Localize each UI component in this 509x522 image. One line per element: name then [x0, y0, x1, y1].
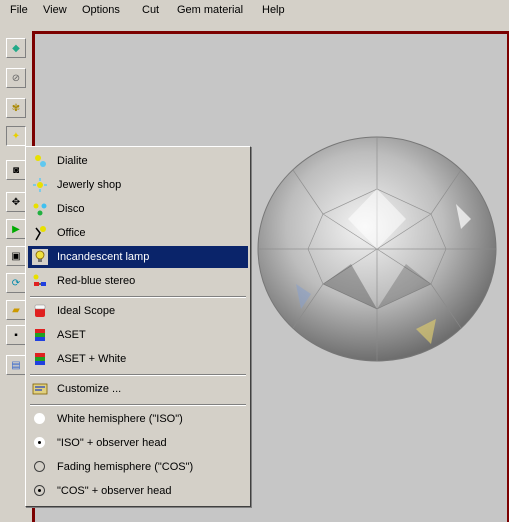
- menu-gem-material[interactable]: Gem material: [177, 3, 243, 17]
- menu-item-aset-white[interactable]: ASET + White: [28, 348, 248, 370]
- radio-empty-icon: [34, 461, 45, 472]
- move-button[interactable]: ✥: [6, 192, 26, 212]
- menu-item-red-blue-stereo[interactable]: Red-blue stereo: [28, 270, 248, 292]
- office-lamp-icon: [35, 226, 46, 241]
- menu-separator: [30, 296, 246, 298]
- menu-item-iso-observer-head[interactable]: "ISO" + observer head: [28, 432, 248, 454]
- menu-item-aset[interactable]: ASET: [28, 324, 248, 346]
- lighting-menu: Dialite Jewerly shop Disco Office Incand…: [25, 146, 251, 507]
- menu-separator: [30, 404, 246, 406]
- white-radio-icon: [34, 413, 45, 424]
- gem-light-button[interactable]: ◆: [6, 38, 26, 58]
- ideal-scope-icon: [34, 304, 46, 317]
- gem-light-icon: ◆: [12, 42, 20, 54]
- menu-item-disco[interactable]: Disco: [28, 198, 248, 220]
- menu-help[interactable]: Help: [262, 3, 285, 17]
- aset-white-icon: [35, 353, 45, 365]
- play-button[interactable]: ▶: [6, 219, 26, 239]
- diamond-view-button[interactable]: ▣: [6, 246, 26, 266]
- rotate-button[interactable]: ⟳: [6, 273, 26, 293]
- camera-button[interactable]: ◙: [6, 160, 26, 180]
- diamond-view-icon: ▣: [11, 250, 21, 262]
- lens-icon: ⊘: [11, 72, 21, 84]
- window-icon: ▤: [11, 359, 21, 371]
- move-icon: ✥: [11, 196, 21, 208]
- menu-bar: File View Options Cut Gem material Help: [0, 0, 509, 20]
- menu-item-dialite[interactable]: Dialite: [28, 150, 248, 172]
- camera-icon: ◙: [12, 164, 20, 176]
- diamond-render: [257, 136, 497, 362]
- menu-item-jewerly-shop[interactable]: Jewerly shop: [28, 174, 248, 196]
- menu-item-fading-hemisphere[interactable]: Fading hemisphere ("COS"): [28, 456, 248, 478]
- menu-file[interactable]: File: [10, 3, 28, 17]
- menu-item-office[interactable]: Office: [28, 222, 248, 244]
- menu-item-customize[interactable]: Customize ...: [28, 378, 248, 400]
- menu-separator: [30, 374, 246, 376]
- stereo-glasses-icon: [33, 274, 46, 286]
- bulb-icon: [32, 249, 48, 265]
- open-folder-icon: ▰: [12, 304, 20, 316]
- lighting-button[interactable]: ✦: [6, 126, 26, 146]
- bullet-icon: [34, 437, 45, 448]
- menu-item-ideal-scope[interactable]: Ideal Scope: [28, 300, 248, 322]
- dialite-lamp-icon: [35, 155, 46, 167]
- open-button[interactable]: ▰: [6, 300, 26, 320]
- rotate-icon: ⟳: [11, 277, 21, 289]
- menu-options[interactable]: Options: [82, 3, 120, 17]
- play-icon: ▶: [12, 223, 20, 235]
- disco-lights-icon: [33, 203, 47, 216]
- gem-settings-icon: ✾: [11, 102, 21, 114]
- menu-item-cos-observer-head[interactable]: "COS" + observer head: [28, 480, 248, 502]
- menu-cut[interactable]: Cut: [142, 3, 159, 17]
- gem-settings-button[interactable]: ✾: [6, 98, 26, 118]
- shop-lamp-icon: [33, 178, 47, 192]
- save-button[interactable]: ▪: [6, 325, 26, 345]
- window-button[interactable]: ▤: [6, 355, 26, 375]
- aset-icon: [35, 329, 45, 341]
- light-icon: ✦: [11, 130, 21, 142]
- lens-button[interactable]: ⊘: [6, 68, 26, 88]
- save-icon: ▪: [14, 329, 18, 341]
- menu-item-incandescent-lamp[interactable]: Incandescent lamp: [28, 246, 248, 268]
- customize-icon: [32, 383, 48, 395]
- menu-item-white-hemisphere[interactable]: White hemisphere ("ISO"): [28, 408, 248, 430]
- radio-dot-icon: [34, 485, 45, 496]
- menu-view[interactable]: View: [43, 3, 67, 17]
